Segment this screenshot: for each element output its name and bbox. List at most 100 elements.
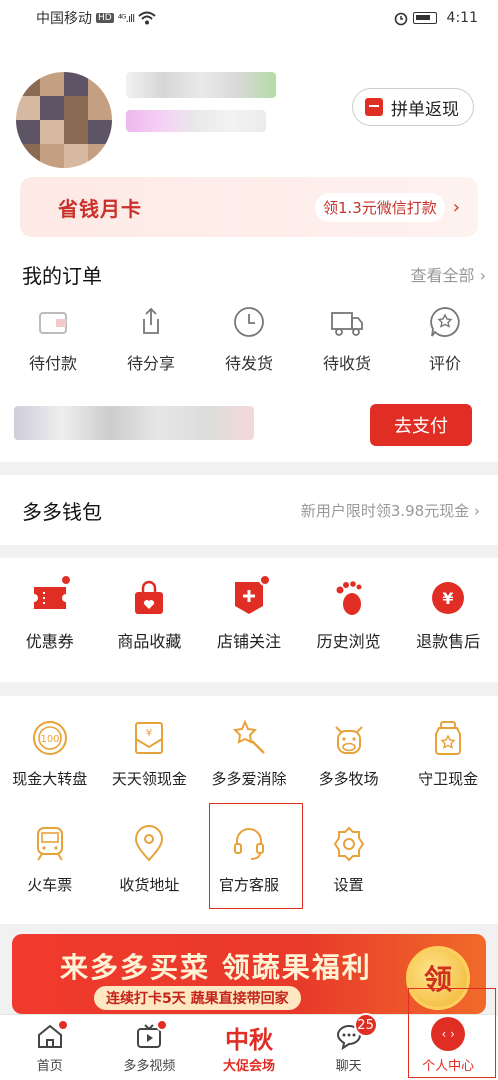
home-icon bbox=[35, 1019, 69, 1051]
chat-unread-badge: 25 bbox=[353, 1013, 378, 1037]
cashback-button[interactable]: 拼单返现 bbox=[352, 88, 474, 126]
service-label: 火车票 bbox=[27, 876, 73, 894]
cow-icon bbox=[329, 718, 369, 758]
signal-icon: ⁴ᴳ.ıll bbox=[117, 11, 135, 25]
pending-order-row[interactable]: 去支付 bbox=[14, 400, 484, 446]
tab-promo[interactable]: 中秋 大促会场 bbox=[199, 1015, 299, 1080]
tool-label: 历史浏览 bbox=[316, 632, 381, 651]
service-label: 设置 bbox=[333, 876, 364, 894]
user-info-redacted bbox=[126, 110, 266, 132]
svg-text:¥: ¥ bbox=[443, 589, 454, 608]
followed-stores-item[interactable]: 店铺关注 bbox=[201, 574, 297, 652]
ranch-item[interactable]: 多多牧场 bbox=[301, 718, 397, 789]
tool-label: 退款售后 bbox=[416, 632, 481, 651]
notification-dot bbox=[59, 574, 72, 586]
savings-card-banner[interactable]: 省钱月卡 领1.3元微信打款 › bbox=[20, 177, 478, 237]
username-redacted bbox=[126, 72, 276, 98]
empty-slot bbox=[400, 824, 496, 895]
location-icon bbox=[129, 824, 169, 864]
order-label: 评价 bbox=[428, 354, 461, 373]
tab-label: 多多视频 bbox=[123, 1059, 176, 1074]
refunds-item[interactable]: ¥ 退款售后 bbox=[400, 578, 496, 652]
truck-icon bbox=[329, 304, 365, 340]
tab-chat[interactable]: 25 聊天 bbox=[299, 1013, 399, 1080]
cash-wheel-item[interactable]: 100 现金大转盘 bbox=[2, 718, 98, 789]
coupons-item[interactable]: 优惠券 bbox=[2, 574, 98, 652]
carrier-label: 中国移动 bbox=[36, 11, 92, 27]
hd-badge: HD bbox=[96, 13, 114, 23]
order-summary-redacted bbox=[14, 406, 254, 440]
highlight-box-customer-service bbox=[209, 803, 303, 909]
order-label: 待收货 bbox=[322, 354, 371, 373]
star-wand-icon bbox=[229, 718, 269, 758]
wallet-promo: 新用户限时领3.98元现金 › bbox=[300, 501, 480, 520]
wallet-title: 多多钱包 bbox=[22, 499, 102, 524]
clock-icon bbox=[231, 304, 267, 340]
match-game-item[interactable]: 多多爱消除 bbox=[201, 718, 297, 789]
service-label: 守卫现金 bbox=[418, 770, 479, 788]
tools-section: 优惠券 商品收藏 店铺关注 历史浏览 ¥ 退款售后 bbox=[0, 558, 498, 682]
history-item[interactable]: 历史浏览 bbox=[301, 578, 397, 652]
savings-card-title: 省钱月卡 bbox=[58, 196, 142, 221]
notification-dot bbox=[258, 574, 271, 586]
favorite-bag-icon bbox=[129, 578, 169, 618]
notification-dot bbox=[56, 1019, 69, 1031]
guard-cash-item[interactable]: 守卫现金 bbox=[400, 718, 496, 789]
savings-card-tag: 领1.3元微信打款 bbox=[314, 192, 445, 222]
battery-icon bbox=[412, 12, 437, 24]
cashback-icon bbox=[365, 98, 383, 116]
status-bar: 中国移动 HD ⁴ᴳ.ıll 4:11 bbox=[0, 0, 498, 36]
tool-label: 店铺关注 bbox=[216, 632, 281, 651]
video-icon bbox=[134, 1019, 169, 1051]
tab-label: 聊天 bbox=[335, 1059, 362, 1074]
avatar[interactable] bbox=[16, 72, 112, 168]
tool-label: 商品收藏 bbox=[117, 632, 182, 651]
cash-jar-icon bbox=[428, 718, 468, 758]
footprint-icon bbox=[329, 578, 369, 618]
promo-title: 来多多买菜 领蔬果福利 bbox=[60, 951, 372, 984]
review-icon bbox=[427, 304, 463, 340]
coupon-icon bbox=[30, 574, 72, 618]
view-all-orders-link[interactable]: 查看全部 › bbox=[411, 262, 487, 286]
order-review[interactable]: 评价 bbox=[400, 304, 490, 374]
orders-section: 我的订单 查看全部 › 待付款 待分享 待发货 待收货 评价 去支付 bbox=[0, 240, 498, 462]
service-label: 收货地址 bbox=[119, 876, 180, 894]
train-tickets-item[interactable]: 火车票 bbox=[2, 824, 98, 895]
promo-subtitle: 连续打卡5天 蔬果直接带回家 bbox=[94, 986, 301, 1010]
promo-tab-subtitle: 大促会场 bbox=[222, 1059, 275, 1074]
cash-envelope-icon: ¥ bbox=[129, 718, 169, 758]
store-follow-icon bbox=[229, 574, 271, 618]
refund-icon: ¥ bbox=[428, 578, 468, 618]
promo-tab-title: 中秋 bbox=[224, 1026, 273, 1054]
order-label: 待分享 bbox=[126, 354, 175, 373]
chevron-right-icon: › bbox=[452, 196, 460, 218]
chat-icon: 25 bbox=[334, 1013, 378, 1051]
order-pending-receipt[interactable]: 待收货 bbox=[302, 304, 392, 374]
tab-label: 首页 bbox=[36, 1059, 63, 1074]
clock-time: 4:11 bbox=[446, 10, 478, 26]
svg-text:¥: ¥ bbox=[146, 728, 152, 739]
order-pending-share[interactable]: 待分享 bbox=[106, 304, 196, 374]
wheel-icon: 100 bbox=[30, 718, 70, 758]
tab-home[interactable]: 首页 bbox=[0, 1015, 100, 1080]
order-pending-shipment[interactable]: 待发货 bbox=[204, 304, 294, 374]
addresses-item[interactable]: 收货地址 bbox=[101, 824, 197, 895]
service-label: 多多爱消除 bbox=[211, 770, 287, 788]
settings-item[interactable]: 设置 bbox=[301, 824, 397, 895]
notification-dot bbox=[156, 1019, 169, 1031]
order-label: 待发货 bbox=[224, 354, 273, 373]
pay-button[interactable]: 去支付 bbox=[370, 404, 472, 446]
order-pending-payment[interactable]: 待付款 bbox=[8, 304, 98, 374]
service-label: 现金大转盘 bbox=[12, 770, 88, 788]
alarm-icon bbox=[394, 12, 407, 26]
share-icon bbox=[133, 304, 169, 340]
tool-label: 优惠券 bbox=[25, 632, 74, 651]
wallet-section[interactable]: 多多钱包 新用户限时领3.98元现金 › bbox=[0, 475, 498, 545]
tab-video[interactable]: 多多视频 bbox=[100, 1015, 200, 1080]
svg-text:100: 100 bbox=[40, 734, 59, 745]
service-label: 多多牧场 bbox=[318, 770, 379, 788]
daily-cash-item[interactable]: ¥ 天天领现金 bbox=[101, 718, 197, 789]
settings-icon bbox=[329, 824, 369, 864]
favorites-item[interactable]: 商品收藏 bbox=[101, 578, 197, 652]
order-label: 待付款 bbox=[28, 354, 77, 373]
